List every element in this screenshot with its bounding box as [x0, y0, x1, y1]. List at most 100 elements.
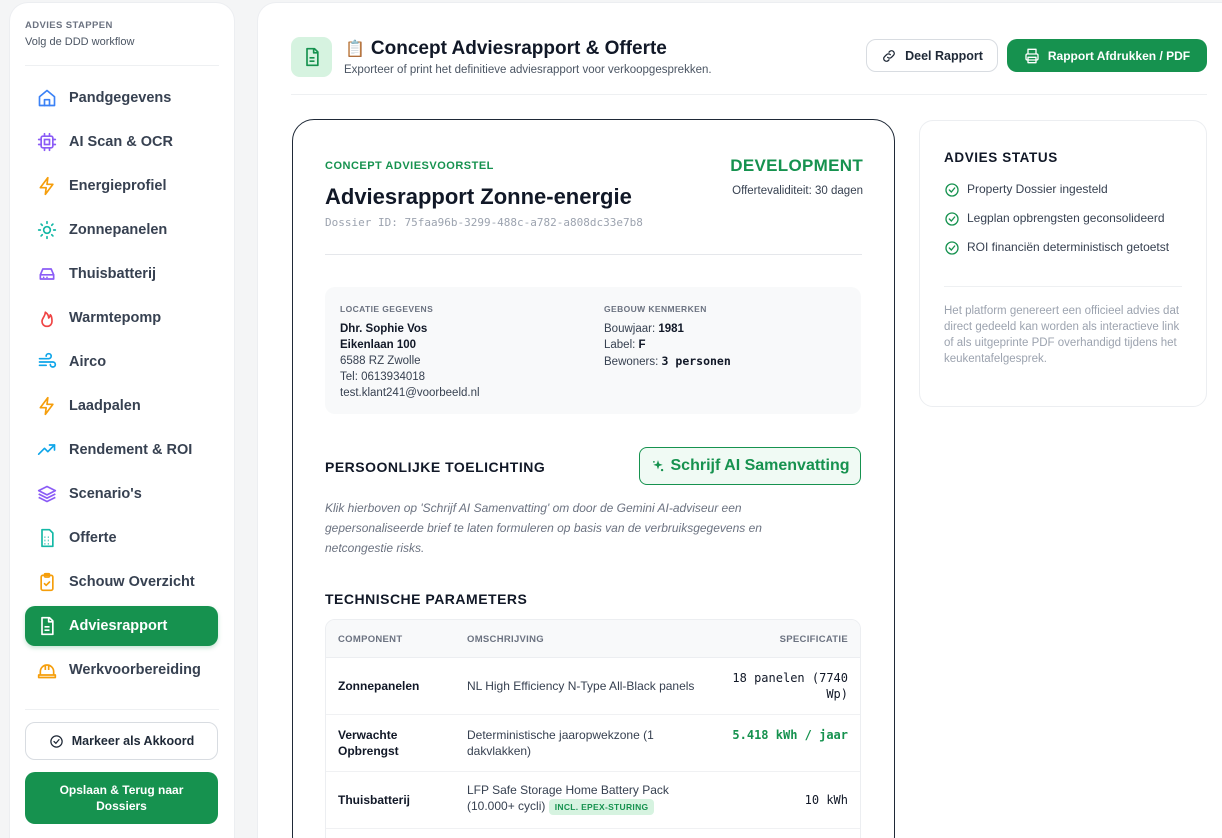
sidebar-item-schouw[interactable]: Schouw Overzicht	[25, 562, 218, 602]
sidebar-item-laadpalen[interactable]: Laadpalen	[25, 386, 218, 426]
build-year: Bouwjaar: 1981	[604, 323, 684, 335]
customer-city: 6588 RZ Zwolle	[340, 355, 421, 367]
divider	[291, 94, 1207, 95]
layers-icon	[37, 485, 57, 503]
status-item: Property Dossier ingesteld	[944, 181, 1194, 198]
report-title: Adviesrapport Zonne-energie	[325, 184, 632, 209]
sidebar-item-label: Airco	[69, 354, 107, 370]
hard-hat-icon	[37, 664, 57, 679]
spec-cell: 18 panelen (7740 Wp)	[732, 671, 848, 701]
residents-value: 3 personen	[661, 354, 731, 368]
description-cell: Deterministische jaaropwekzone (1 dakvla…	[467, 728, 654, 758]
report-document: CONCEPT ADVIESVOORSTEL Adviesrapport Zon…	[292, 119, 895, 838]
ai-summary-button[interactable]: Schrijf AI Samenvatting	[639, 447, 861, 485]
check-circle-icon	[49, 734, 63, 748]
build-year-value: 1981	[658, 323, 684, 335]
spec-cell: 10 kWh	[804, 793, 848, 807]
sidebar-item-label: Laadpalen	[69, 398, 141, 414]
customer-name: Dhr. Sophie Vos	[340, 323, 428, 335]
sidebar-item-scenarios[interactable]: Scenario's	[25, 474, 218, 514]
sidebar-item-thuisbatterij[interactable]: Thuisbatterij	[25, 254, 218, 294]
sidebar-item-label: Offerte	[69, 530, 117, 546]
sidebar-item-airco[interactable]: Airco	[25, 342, 218, 382]
sidebar-item-label: Rendement & ROI	[69, 442, 193, 458]
building-info: GEBOUW KENMERKEN Bouwjaar: 1981 Label: F…	[604, 304, 731, 370]
page-title: 📋 Concept Adviesrapport & Offerte	[345, 38, 667, 60]
column-header: OMSCHRIJVING	[467, 634, 544, 645]
column-header: COMPONENT	[338, 634, 403, 645]
residents: Bewoners: 3 personen	[604, 354, 731, 368]
table-row: Verwachte Opbrengst Deterministische jaa…	[326, 715, 860, 772]
ai-summary-label: Schrijf AI Samenvatting	[670, 457, 850, 474]
column-header: SPECIFICATIE	[779, 634, 848, 645]
status-checklist: Property Dossier ingesteld Legplan opbre…	[944, 181, 1194, 268]
check-circle-icon	[945, 241, 959, 255]
status-note: Het platform genereert een officieel adv…	[944, 305, 1180, 365]
page-subtitle: Exporteer of print het definitieve advie…	[344, 64, 712, 76]
component-cell: Verwachte Opbrengst	[338, 728, 399, 758]
table-row: Zonnepanelen NL High Efficiency N-Type A…	[326, 658, 860, 715]
sidebar-item-label: Energieprofiel	[69, 178, 167, 194]
lightning-icon	[39, 396, 54, 416]
sidebar-item-werkvoorbereiding[interactable]: Werkvoorbereiding	[25, 650, 218, 690]
trending-up-icon	[37, 444, 56, 455]
epex-badge: INCL. EPEX-STURING	[548, 798, 655, 815]
sidebar-item-label: Zonnepanelen	[69, 222, 168, 238]
save-return-button[interactable]: Opslaan & Terug naar Dossiers	[25, 772, 218, 824]
sidebar-header: ADVIES STAPPEN Volg de DDD workflow	[10, 3, 234, 48]
status-item: ROI financiën deterministisch getoetst	[944, 239, 1194, 256]
divider	[325, 254, 862, 255]
tech-params-title: TECHNISCHE PARAMETERS	[325, 591, 528, 607]
status-item-label: ROI financiën deterministisch getoetst	[967, 240, 1170, 254]
sidebar-item-pandgegevens[interactable]: Pandgegevens	[25, 78, 218, 118]
file-text-icon	[305, 47, 319, 67]
mark-approved-button[interactable]: Markeer als Akkoord	[25, 722, 218, 760]
calculator-doc-icon	[41, 528, 54, 548]
ai-hint-text: Klik hierboven op 'Schrijf AI Samenvatti…	[325, 501, 762, 555]
sidebar-item-label: Adviesrapport	[69, 618, 168, 634]
offer-validity: Offertevaliditeit: 30 dagen	[732, 185, 863, 197]
sidebar-item-label: Pandgegevens	[69, 90, 172, 106]
sidebar-item-ai-scan[interactable]: AI Scan & OCR	[25, 122, 218, 162]
clipboard-icon: 📋	[345, 41, 365, 58]
save-return-label: Opslaan & Terug naar Dossiers	[59, 783, 184, 813]
sun-icon	[37, 220, 57, 240]
status-item: Legplan opbrengsten geconsolideerd	[944, 210, 1194, 227]
print-report-button[interactable]: Rapport Afdrukken / PDF	[1007, 39, 1207, 72]
sidebar-subtitle: Volg de DDD workflow	[25, 36, 135, 48]
table-header: COMPONENT OMSCHRIJVING SPECIFICATIE	[326, 620, 860, 658]
share-report-label: Deel Rapport	[905, 48, 983, 63]
description-cell: NL High Efficiency N-Type All-Black pane…	[467, 679, 695, 693]
sidebar-item-label: Werkvoorbereiding	[69, 662, 201, 678]
location-label: LOCATIE GEGEVENS	[340, 304, 434, 314]
sidebar-item-adviesrapport[interactable]: Adviesrapport	[25, 606, 218, 646]
sidebar-item-label: Schouw Overzicht	[69, 574, 195, 590]
status-item-label: Legplan opbrengsten geconsolideerd	[967, 211, 1165, 225]
sidebar-item-zonnepanelen[interactable]: Zonnepanelen	[25, 210, 218, 250]
location-info: LOCATIE GEGEVENS Dhr. Sophie Vos Eikenla…	[340, 304, 480, 401]
environment-badge: DEVELOPMENT	[730, 156, 863, 175]
sidebar-item-energieprofiel[interactable]: Energieprofiel	[25, 166, 218, 206]
check-circle-icon	[945, 212, 959, 226]
status-title: ADVIES STATUS	[944, 150, 1058, 165]
status-item-label: Property Dossier ingesteld	[967, 182, 1108, 196]
customer-info-box: LOCATIE GEGEVENS Dhr. Sophie Vos Eikenla…	[325, 287, 861, 414]
description-cell: LFP Safe Storage Home Battery Pack (10.0…	[467, 782, 697, 815]
advice-status-card: ADVIES STATUS Property Dossier ingesteld…	[919, 120, 1207, 407]
personal-note-title: PERSOONLIJKE TOELICHTING	[325, 459, 546, 475]
sidebar-item-offerte[interactable]: Offerte	[25, 518, 218, 558]
sidebar-item-warmtepomp[interactable]: Warmtepomp	[25, 298, 218, 338]
sidebar-item-rendement[interactable]: Rendement & ROI	[25, 430, 218, 470]
workflow-nav: Pandgegevens AI Scan & OCR Energieprofie…	[25, 78, 218, 694]
link-icon	[883, 49, 895, 62]
dossier-id: Dossier ID: 75faa96b-3299-488c-a782-a808…	[325, 216, 643, 229]
share-report-button[interactable]: Deel Rapport	[866, 39, 998, 72]
customer-email: test.klant241@voorbeeld.nl	[340, 387, 480, 399]
sidebar-item-label: Warmtepomp	[69, 310, 162, 326]
file-text-icon	[41, 616, 54, 636]
divider	[944, 286, 1182, 287]
sidebar-item-label: AI Scan & OCR	[69, 134, 173, 150]
sidebar-item-label: Thuisbatterij	[69, 266, 157, 282]
cpu-icon	[37, 132, 57, 152]
printer-icon	[1025, 48, 1039, 63]
